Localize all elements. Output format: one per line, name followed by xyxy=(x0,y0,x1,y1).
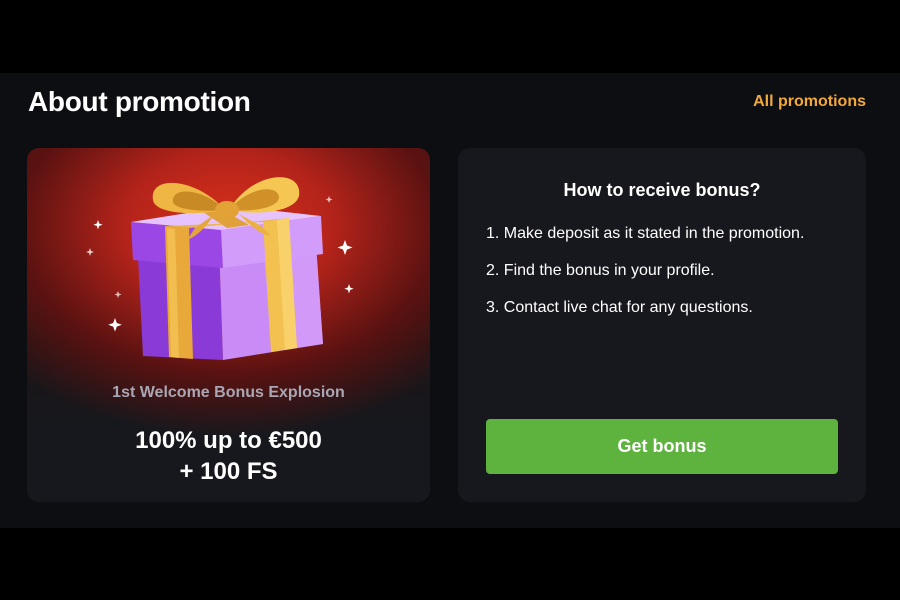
bonus-step: 1. Make deposit as it stated in the prom… xyxy=(486,225,805,242)
gift-box-icon xyxy=(86,177,354,360)
promo-offer: 100% up to €500 + 100 FS xyxy=(27,425,430,487)
page-title: About promotion xyxy=(28,86,251,117)
bonus-step: 2. Find the bonus in your profile. xyxy=(486,262,715,279)
bonus-steps-list: 1. Make deposit as it stated in the prom… xyxy=(486,224,804,335)
promo-name: 1st Welcome Bonus Explosion xyxy=(112,384,345,401)
promo-offer-line-2: + 100 FS xyxy=(179,458,278,485)
get-bonus-button[interactable]: Get bonus xyxy=(486,419,838,474)
bonus-step: 3. Contact live chat for any questions. xyxy=(486,299,753,316)
page: About promotion All promotions 1st Welco… xyxy=(0,0,900,600)
bonus-info-heading: How to receive bonus? xyxy=(563,180,761,200)
all-promotions-link[interactable]: All promotions xyxy=(753,92,866,112)
promo-card: 1st Welcome Bonus Explosion 100% up to €… xyxy=(27,148,430,502)
bonus-info-card: How to receive bonus? 1. Make deposit as… xyxy=(458,148,866,502)
promo-offer-line-1: 100% up to €500 xyxy=(135,427,322,454)
